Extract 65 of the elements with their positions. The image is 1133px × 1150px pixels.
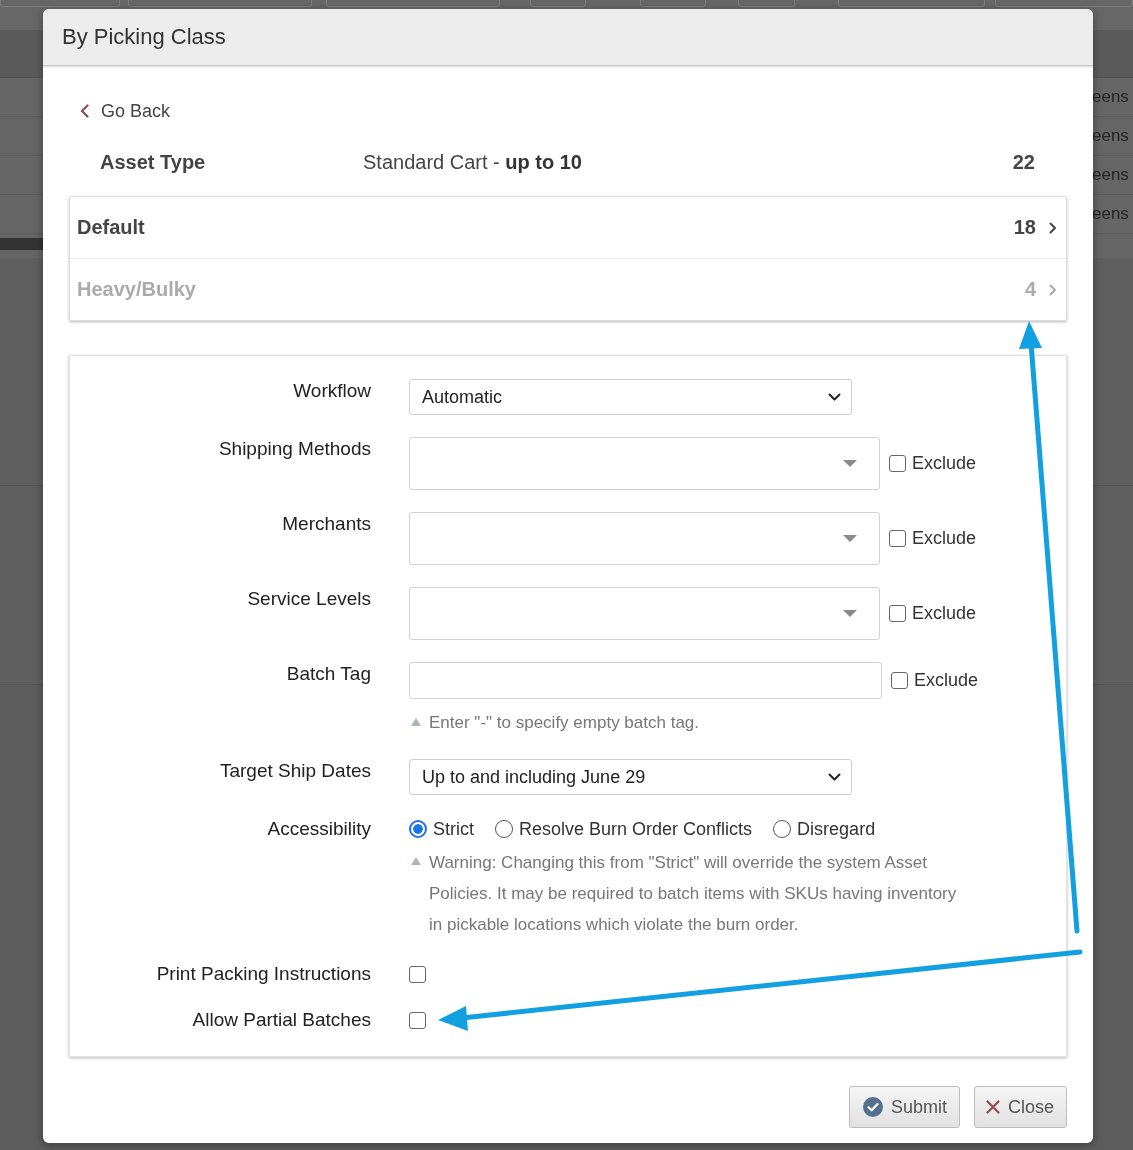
- background-row-text: eens: [1092, 126, 1129, 146]
- checkbox[interactable]: [409, 965, 426, 983]
- caret-down-icon: [843, 610, 857, 617]
- check-circle-icon: [862, 1097, 883, 1117]
- radio-label[interactable]: Strict: [433, 818, 474, 840]
- class-count: 4: [1024, 278, 1036, 301]
- multiselect-field[interactable]: [409, 512, 880, 565]
- chevron-down-icon: [828, 393, 841, 401]
- close-button[interactable]: Close: [973, 1086, 1067, 1128]
- close-icon: [985, 1100, 1000, 1114]
- background-row-text: eens: [1092, 165, 1129, 185]
- class-count: 18: [1013, 216, 1036, 239]
- field-label: Shipping Methods: [217, 437, 371, 461]
- back-link[interactable]: Go Back: [80, 99, 171, 123]
- list-item[interactable]: Default 18: [70, 197, 1066, 259]
- panel-edge: [738, 0, 795, 7]
- radio-button[interactable]: [773, 820, 792, 838]
- chevron-down-icon: [828, 773, 841, 781]
- panel-edge: [530, 0, 586, 7]
- field-label: Accessibility: [266, 817, 371, 841]
- checkbox[interactable]: [889, 530, 906, 547]
- class-name: Heavy/Bulky: [77, 278, 197, 301]
- field-label: Target Ship Dates: [218, 759, 371, 783]
- panel-edge: [640, 0, 706, 7]
- radio-label[interactable]: Disregard: [797, 818, 876, 840]
- multiselect-field[interactable]: [409, 437, 880, 490]
- field-label: Workflow: [292, 379, 371, 403]
- field-label: Service Levels: [246, 587, 371, 611]
- checkbox[interactable]: [891, 672, 908, 689]
- background-row-text: eens: [1092, 204, 1129, 224]
- chevron-left-icon: [80, 104, 89, 118]
- multiselect-field[interactable]: [409, 587, 880, 640]
- caret-down-icon: [843, 535, 857, 542]
- submit-button[interactable]: Submit: [848, 1086, 960, 1128]
- field-label: Print Packing Instructions: [155, 962, 371, 986]
- hint-text: Warning: Changing this from "Strict" will override the system Asset Policies. It may be required to batch items with SKUs having inventory in pickable locations which violate the burn order.: [429, 852, 958, 936]
- checkbox-label[interactable]: Exclude: [912, 528, 977, 549]
- checkbox-label[interactable]: Exclude: [912, 453, 977, 474]
- checkbox[interactable]: [889, 455, 906, 472]
- radio-button[interactable]: [409, 820, 427, 838]
- chevron-right-icon: [1049, 283, 1057, 296]
- checkbox-label[interactable]: Exclude: [912, 603, 977, 624]
- dropdown-select[interactable]: Up to and including June 29: [409, 759, 852, 795]
- dialog-title: By Picking Class: [62, 24, 226, 50]
- background-row-text: eens: [1092, 87, 1129, 107]
- hint-text: Enter "-" to specify empty batch tag.: [429, 712, 700, 734]
- checkbox[interactable]: [889, 605, 906, 622]
- triangle-icon: [411, 857, 421, 865]
- input-field[interactable]: [409, 662, 882, 699]
- caret-down-icon: [843, 460, 857, 467]
- radio-button[interactable]: [495, 820, 513, 838]
- asset-type-label: Asset Type: [100, 150, 207, 174]
- chevron-right-icon: [1049, 221, 1057, 234]
- checkbox-label[interactable]: Exclude: [914, 670, 979, 691]
- asset-type-count: 22: [1012, 150, 1035, 174]
- checkbox[interactable]: [409, 1011, 426, 1029]
- dropdown-select[interactable]: Automatic: [409, 379, 852, 415]
- asset-type-value: Standard Cart - up to 10: [363, 150, 583, 174]
- field-label: Batch Tag: [285, 662, 371, 686]
- radio-label[interactable]: Resolve Burn Order Conflicts: [519, 818, 753, 840]
- field-label: Merchants: [281, 512, 371, 536]
- background-bar: [0, 238, 43, 250]
- triangle-icon: [411, 718, 421, 726]
- class-name: Default: [77, 216, 146, 239]
- field-label: Allow Partial Batches: [191, 1008, 371, 1032]
